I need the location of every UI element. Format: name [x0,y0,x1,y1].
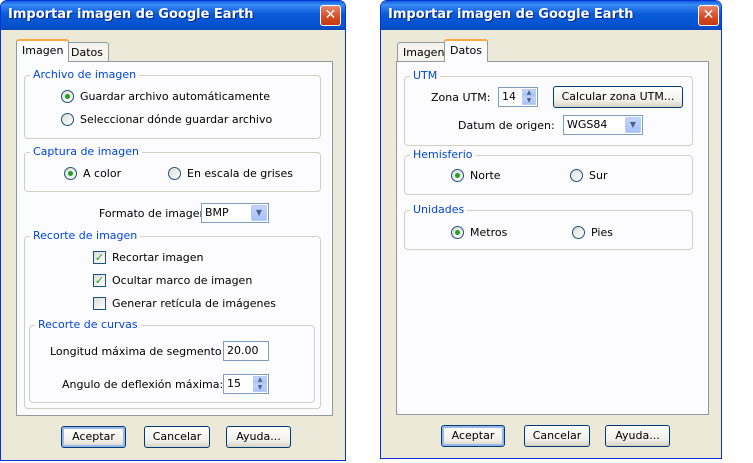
tab-imagen[interactable]: Imagen [16,39,70,62]
zona-label: Zona UTM: [431,91,491,104]
radio-label[interactable]: Pies [591,226,613,239]
zona-stepper[interactable]: 14 ▲ ▼ [498,87,538,107]
angulo-value: 15 [227,377,241,390]
help-button[interactable]: Ayuda... [226,426,291,448]
segmento-label: Longitud máxima de segmento: [50,345,226,358]
group-legend: Recorte de curvas [35,318,141,331]
dialog-imagen: Importar imagen de Google Earth ✕ Imagen… [0,0,346,461]
datum-value: WGS84 [567,118,608,131]
radio-color[interactable] [64,167,77,180]
close-icon[interactable]: ✕ [698,5,719,26]
help-button[interactable]: Ayuda... [605,425,670,447]
radio-label[interactable]: Guardar archivo automáticamente [80,90,270,103]
accept-button[interactable]: Aceptar [61,426,126,448]
angulo-label: Angulo de deflexión máxima: [62,378,224,391]
accept-button[interactable]: Aceptar [441,425,505,447]
zona-value: 14 [502,90,516,103]
radio-label[interactable]: En escala de grises [187,167,293,180]
dialog-title: Importar imagen de Google Earth [8,7,254,22]
tab-datos[interactable]: Datos [444,39,488,62]
radio-guardar-auto[interactable] [61,90,74,103]
group-archivo: Archivo de imagen Guardar archivo automá… [24,68,321,139]
radio-sur[interactable] [570,169,583,182]
radio-pies[interactable] [572,226,585,239]
tab-imagen[interactable]: Imagen [397,42,451,62]
radio-seleccionar[interactable] [61,113,74,126]
radio-grises[interactable] [168,167,181,180]
spin-arrows-icon[interactable]: ▲ ▼ [522,89,536,105]
group-legend: Recorte de imagen [30,229,141,242]
dialog-title: Importar imagen de Google Earth [388,7,634,22]
check-label[interactable]: Ocultar marco de imagen [112,274,252,287]
title-bar[interactable]: Importar imagen de Google Earth ✕ [381,1,721,30]
radio-norte[interactable] [451,169,464,182]
group-legend: Unidades [410,203,468,216]
radio-label[interactable]: A color [83,167,121,180]
radio-metros[interactable] [451,226,464,239]
group-unidades: Unidades Metros Pies [404,203,693,250]
formato-select[interactable]: BMP ▼ [201,203,269,223]
check-label[interactable]: Generar retícula de imágenes [112,297,276,310]
dialog-datos: Importar imagen de Google Earth ✕ Imagen… [380,0,722,459]
close-icon[interactable]: ✕ [320,5,341,26]
tab-panel: UTM Zona UTM: 14 ▲ ▼ Calcular zona UTM...… [396,61,709,415]
spin-arrows-icon[interactable]: ▲ ▼ [253,376,267,392]
radio-label[interactable]: Seleccionar dónde guardar archivo [80,113,272,126]
check-label[interactable]: Recortar imagen [112,251,204,264]
group-recorte: Recorte de imagen ✓ Recortar imagen ✓ Oc… [24,229,321,409]
group-captura: Captura de imagen A color En escala de g… [24,145,321,192]
group-curvas: Recorte de curvas Longitud máxima de seg… [29,318,315,403]
cancel-button[interactable]: Cancelar [524,425,590,447]
group-legend: Archivo de imagen [30,68,140,81]
check-ocultar-marco[interactable]: ✓ [93,274,106,287]
formato-value: BMP [205,206,229,219]
check-reticula[interactable] [93,297,106,310]
group-legend: Hemisferio [410,148,476,161]
cancel-button[interactable]: Cancelar [144,426,210,448]
datum-label: Datum de origen: [458,119,555,132]
radio-label[interactable]: Sur [589,169,607,182]
title-bar[interactable]: Importar imagen de Google Earth ✕ [1,1,345,30]
group-legend: Captura de imagen [30,145,142,158]
datum-select[interactable]: WGS84 ▼ [563,115,643,135]
segmento-input[interactable]: 20.00 [223,341,269,361]
calcular-zona-button[interactable]: Calcular zona UTM... [553,86,683,108]
segmento-value: 20.00 [227,344,259,357]
tab-datos[interactable]: Datos [65,42,109,62]
check-recortar[interactable]: ✓ [93,251,106,264]
angulo-stepper[interactable]: 15 ▲ ▼ [223,374,269,394]
group-hemisferio: Hemisferio Norte Sur [404,148,693,195]
formato-label: Formato de imagen: [99,207,211,220]
chevron-down-icon[interactable]: ▼ [251,205,267,221]
group-legend: UTM [410,69,441,82]
chevron-down-icon[interactable]: ▼ [625,117,641,133]
radio-label[interactable]: Norte [470,169,501,182]
group-utm: UTM Zona UTM: 14 ▲ ▼ Calcular zona UTM...… [404,69,693,146]
radio-label[interactable]: Metros [470,226,507,239]
tab-panel: Archivo de imagen Guardar archivo automá… [16,61,333,416]
